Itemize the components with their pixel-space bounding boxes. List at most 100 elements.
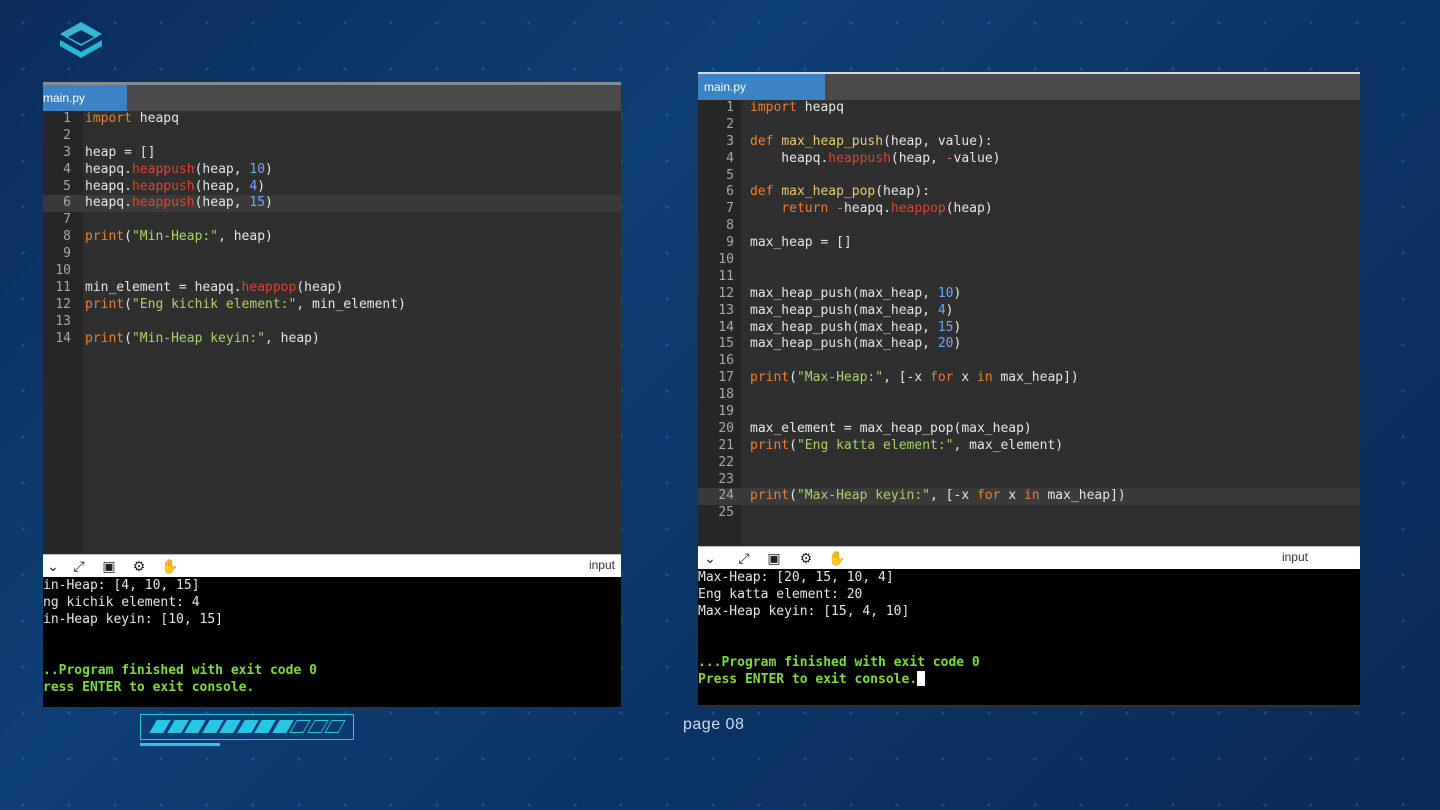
line-number: 1 xyxy=(726,100,734,115)
stop-icon[interactable]: ✋ xyxy=(828,550,845,566)
code-token: max_heap_push xyxy=(781,133,884,149)
code-line: 19 xyxy=(698,404,1360,421)
line-number: 12 xyxy=(55,296,71,312)
code-token: 20 xyxy=(937,336,954,352)
line-number: 14 xyxy=(55,330,71,346)
code-token: heapq. xyxy=(843,201,891,217)
expand-icon[interactable]: ⤢ xyxy=(71,558,87,574)
code-line: 5 xyxy=(698,168,1360,185)
code-line: 16 xyxy=(698,353,1360,370)
code-line: 5 heapq.heappush(heap, 4) xyxy=(43,179,621,196)
console-line: in-Heap keyin: [10, 15] xyxy=(43,612,224,627)
code-text: heap = [] xyxy=(85,145,155,162)
code-line: 6 def max_heap_pop(heap): xyxy=(698,184,1360,201)
code-token: heappush xyxy=(131,178,195,194)
code-text: import heapq xyxy=(750,100,844,117)
code-token: "Max-Heap keyin:" xyxy=(796,488,931,504)
code-token: "Min-Heap:" xyxy=(131,229,219,245)
line-number: 2 xyxy=(726,116,734,132)
code-token: ) xyxy=(265,161,273,177)
code-text: max_element = max_heap_pop(max_heap) xyxy=(750,421,1032,438)
stop-icon[interactable]: ✋ xyxy=(161,558,178,574)
code-token: heapq. xyxy=(85,161,132,177)
right-input-label[interactable]: input xyxy=(1282,550,1308,564)
line-number: 10 xyxy=(55,263,71,279)
code-line: 2 xyxy=(43,128,621,145)
left-console-output[interactable]: in-Heap: [4, 10, 15] ng kichik element: 4… xyxy=(43,577,621,707)
line-number: 3 xyxy=(726,133,734,149)
code-token: ) xyxy=(953,319,962,335)
code-text: max_heap_push(max_heap, 15) xyxy=(750,320,961,337)
right-code-editor[interactable]: 1 import heapq 2 3 def max_heap_push(heap, v… xyxy=(698,100,1360,546)
code-text: heapq.heappush(heap, 4) xyxy=(85,179,265,196)
code-text: return -heapq.heappop(heap) xyxy=(750,201,992,218)
code-token: max_element = max_heap_pop(max_heap) xyxy=(750,420,1032,436)
console-line: Max-Heap keyin: [15, 4, 10] xyxy=(698,604,910,619)
code-line: 3 heap = [] xyxy=(43,145,621,162)
code-token: print xyxy=(750,488,790,504)
code-line: 11 xyxy=(698,269,1360,286)
code-text: max_heap_push(max_heap, 4) xyxy=(750,303,954,320)
code-token: print xyxy=(85,330,125,346)
code-text: heapq.heappush(heap, -value) xyxy=(750,150,1000,168)
line-number: 18 xyxy=(718,387,734,403)
line-number: 16 xyxy=(718,353,734,369)
code-line: 15 max_heap_push(max_heap, 20) xyxy=(698,336,1360,353)
code-token: in xyxy=(1023,488,1048,504)
code-token: "Max-Heap:" xyxy=(796,370,884,386)
code-token: x xyxy=(961,370,977,386)
chevron-down-icon[interactable]: ⌄ xyxy=(45,558,61,574)
code-line: 7 xyxy=(43,212,621,229)
code-text: def max_heap_push(heap, value): xyxy=(750,134,993,151)
code-token: def xyxy=(750,133,782,149)
code-line: 8 xyxy=(698,218,1360,235)
code-token: - xyxy=(945,150,954,166)
code-token: ) xyxy=(945,302,954,318)
code-token: in xyxy=(977,370,1001,386)
line-number: 23 xyxy=(718,471,734,487)
expand-icon[interactable]: ⤢ xyxy=(736,550,752,566)
gear-icon[interactable]: ⚙ xyxy=(798,550,814,566)
code-token: ( xyxy=(789,370,797,386)
left-code-editor[interactable]: 1 import heapq 2 3 heap = [] 4 heapq.heappush(… xyxy=(43,111,621,554)
slide-progress-bar xyxy=(140,714,354,740)
console-cursor xyxy=(917,671,926,686)
code-line: 2 xyxy=(698,117,1360,134)
code-line: 11 min_element = heapq.heappop(heap) xyxy=(43,280,621,297)
code-token: ( xyxy=(789,488,797,504)
code-line: 21 print("Eng katta element:", max_elemen… xyxy=(698,438,1360,455)
code-token: print xyxy=(85,229,125,245)
left-code-lines: 1 import heapq 2 3 heap = [] 4 heapq.heappush(… xyxy=(43,111,621,347)
layout-icon[interactable]: ▣ xyxy=(101,558,117,574)
code-line: 9 xyxy=(43,246,621,263)
code-token: ( xyxy=(789,437,797,453)
code-line: 24 print("Max-Heap keyin:", [-x for x in … xyxy=(698,488,1360,506)
chevron-down-icon[interactable]: ⌄ xyxy=(702,550,718,566)
code-text: print("Max-Heap keyin:", [-x for x in ma… xyxy=(750,488,1126,505)
line-number: 6 xyxy=(63,195,71,211)
line-number: 4 xyxy=(726,150,734,166)
left-input-label[interactable]: input xyxy=(589,558,615,572)
code-text: max_heap_push(max_heap, 20) xyxy=(750,336,961,353)
right-console-output[interactable]: Max-Heap: [20, 15, 10, 4] Eng katta eleme… xyxy=(698,569,1360,705)
code-line: 12 print("Eng kichik element:", min_eleme… xyxy=(43,297,621,314)
code-token: for xyxy=(977,488,1009,504)
code-token: max_heap = [] xyxy=(750,235,852,251)
left-file-tab[interactable]: main.py xyxy=(43,85,127,111)
code-token: for xyxy=(930,370,962,386)
code-text: print("Min-Heap:", heap) xyxy=(85,229,273,246)
code-token: max_heap_push(max_heap, xyxy=(750,302,938,318)
code-token: - xyxy=(836,201,844,217)
right-file-tab[interactable]: main.py xyxy=(698,74,825,100)
layout-icon[interactable]: ▣ xyxy=(766,550,782,566)
line-number: 9 xyxy=(63,246,71,262)
line-number: 8 xyxy=(63,229,71,245)
gear-icon[interactable]: ⚙ xyxy=(131,558,147,574)
code-text: print("Eng katta element:", max_element) xyxy=(750,438,1063,455)
code-text: max_heap = [] xyxy=(750,235,852,252)
code-token: max_heap]) xyxy=(1000,370,1079,386)
code-token: ) xyxy=(953,285,962,301)
line-number: 7 xyxy=(63,212,71,228)
